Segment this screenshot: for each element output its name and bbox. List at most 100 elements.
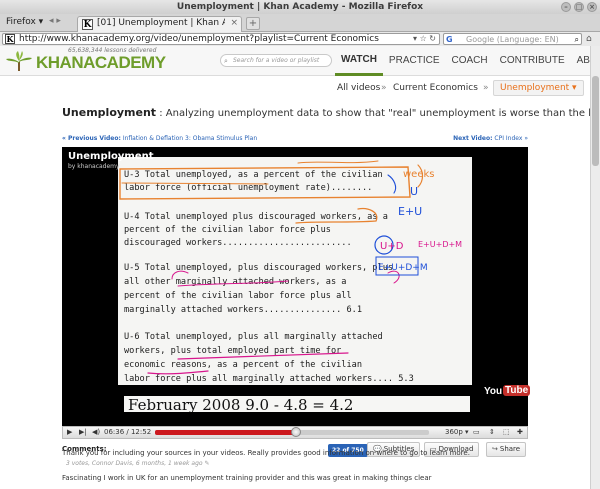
overlay-line: economic reasons, as a percent of the ci… — [124, 360, 362, 370]
overlay-line: percent of the civilian labor force plus… — [124, 291, 352, 301]
url-bar-icons: ▾ ☆ ↻ — [413, 34, 436, 43]
quality-selector[interactable]: 360p ▾ — [445, 427, 469, 438]
volume-icon[interactable]: ◀) — [92, 427, 100, 438]
web-search-box[interactable]: G Google (Language: EN) ⌕ — [443, 33, 582, 45]
overlay-line: discouraged workers.....................… — [124, 238, 352, 248]
new-tab-button[interactable]: + — [246, 17, 260, 30]
flag-icon[interactable]: ✎ — [205, 460, 210, 467]
video-player[interactable]: U-3 Total unemployed, as a percent of th… — [62, 147, 531, 426]
breadcrumb-all-videos[interactable]: All videos — [337, 81, 380, 95]
next-video-link[interactable]: Next Video: CPI Index » — [453, 135, 528, 142]
formula-strip: February 2008 9.0 - 4.8 = 4.2 — [128, 396, 353, 412]
video-content: U-3 Total unemployed, as a percent of th… — [119, 160, 462, 384]
site-search-placeholder: Search for a video or playlist — [233, 57, 320, 64]
firefox-menu-label: Firefox — [6, 17, 36, 27]
page-title: Unemployment : Analyzing unemployment da… — [62, 106, 590, 121]
breadcrumb-current-video[interactable]: Unemployment ▾ — [493, 80, 584, 96]
video-navigation: « Previous Video: Inflation & Deflation … — [62, 135, 528, 145]
progress-fill — [155, 430, 296, 435]
minimize-icon[interactable]: – — [561, 2, 571, 12]
previous-video-link[interactable]: « Previous Video: Inflation & Deflation … — [62, 135, 257, 142]
nav-coach[interactable]: COACH — [445, 46, 493, 76]
time-display: 06:36 / 12:52 — [104, 428, 152, 436]
scrollbar-thumb[interactable] — [592, 76, 599, 166]
reload-icon[interactable]: ↻ — [429, 34, 436, 43]
youtube-logo-icon[interactable]: You Tube — [484, 384, 531, 400]
tab-unemployment[interactable]: K [01] Unemployment | Khan A... × — [77, 16, 242, 32]
annotation-text: U+D — [380, 241, 404, 252]
video-frame[interactable]: U-3 Total unemployed, as a percent of th… — [118, 157, 472, 385]
annotation-text: E+U — [398, 205, 422, 218]
home-icon[interactable]: ⌂ — [586, 34, 592, 44]
video-title: Unemployment — [62, 106, 157, 119]
popout-icon[interactable]: ▭ — [473, 427, 480, 438]
next-video-label: Next Video: — [453, 135, 493, 142]
large-player-icon[interactable]: ⬚ — [503, 427, 510, 438]
comment-meta: 3 votes, Connor Davis, 6 months, 1 week … — [66, 460, 210, 467]
google-engine-icon[interactable]: G — [446, 34, 453, 45]
overlay-line: U-3 Total unemployed, as a percent of th… — [124, 170, 383, 180]
close-window-icon[interactable]: × — [587, 2, 597, 12]
overlay-line: marginally attached workers.............… — [124, 305, 362, 315]
firefox-menu-button[interactable]: Firefox ▾ — [6, 15, 43, 30]
breadcrumb-playlist[interactable]: Current Economics — [393, 81, 478, 95]
khan-academy-wordmark[interactable]: KHANACADEMY — [36, 53, 166, 73]
overlay-line: U-6 Total unemployed, plus all marginall… — [124, 332, 383, 342]
nav-practice[interactable]: PRACTICE — [383, 46, 446, 76]
comment-item: Thank you for including your sources in … — [62, 449, 528, 458]
comment-text: Thank you for including your sources in … — [62, 449, 470, 457]
annotation-text: E+U+D+M — [418, 240, 462, 249]
play-icon[interactable]: ▶ — [67, 427, 72, 438]
url-text[interactable]: http://www.khanacademy.org/video/unemplo… — [19, 34, 379, 45]
site-search-input[interactable]: ⌕ Search for a video or playlist — [220, 54, 332, 67]
nav-watch[interactable]: WATCH — [335, 46, 383, 76]
maximize-icon[interactable]: □ — [574, 2, 584, 12]
tab-strip: Firefox ▾ ◂ ▸ K [01] Unemployment | Khan… — [0, 14, 600, 32]
page-scrollbar[interactable] — [590, 46, 600, 489]
new-tab-label: + — [248, 18, 258, 29]
youtube-you: You — [484, 386, 503, 397]
video-description: : Analyzing unemployment data to show th… — [159, 108, 590, 119]
nav-contribute[interactable]: CONTRIBUTE — [494, 46, 571, 76]
breadcrumb: All videos » Current Economics » Unemplo… — [0, 78, 590, 98]
navigation-toolbar: K http://www.khanacademy.org/video/unemp… — [0, 32, 600, 46]
annotation-text: U — [410, 185, 418, 198]
window-title: Unemployment | Khan Academy - Mozilla Fi… — [176, 2, 424, 12]
overlay-line: percent of the civilian labor force plus — [124, 225, 331, 235]
tab-scroll-icon[interactable]: ◂ ▸ — [49, 16, 61, 26]
page-viewport: 65,638,344 lessons delivered KHANACADEMY… — [0, 46, 590, 489]
progress-bar[interactable] — [155, 427, 429, 437]
web-search-placeholder: Google (Language: EN) — [466, 35, 559, 44]
fullscreen-icon[interactable]: ✚ — [517, 427, 523, 438]
khan-favicon-icon: K — [82, 19, 93, 30]
tab-label: [01] Unemployment | Khan A... — [97, 18, 225, 28]
progress-handle[interactable] — [290, 427, 301, 437]
site-header: 65,638,344 lessons delivered KHANACADEMY… — [0, 46, 590, 76]
khan-tree-logo-icon[interactable] — [4, 50, 34, 72]
search-icon[interactable]: ⌕ — [575, 34, 579, 45]
window-controls: – □ × — [561, 2, 597, 12]
video-frame-bottom: February 2008 9.0 - 4.8 = 4.2 — [124, 396, 470, 412]
youtube-tube: Tube — [503, 385, 531, 396]
overlay-line: all other marginally attached workers, a… — [124, 277, 346, 287]
url-bar[interactable]: K http://www.khanacademy.org/video/unemp… — [2, 33, 440, 45]
bottom-formula: February 2008 9.0 - 4.8 = 4.2 — [128, 396, 353, 412]
next-icon[interactable]: ▶| — [79, 427, 87, 438]
site-identity-icon[interactable]: K — [5, 34, 15, 44]
chevron-down-icon: ▾ — [38, 17, 44, 27]
annotation-text: weeks — [403, 169, 434, 180]
comment-text: Fascinating I work in UK for an unemploy… — [62, 474, 432, 482]
search-icon: ⌕ — [224, 57, 228, 65]
nav-about[interactable]: ABOUT — [571, 46, 590, 76]
dropdown-arrow-icon[interactable]: ▾ — [413, 34, 417, 43]
wordmark-khan: KHAN — [36, 53, 84, 72]
player-controls: ▶ ▶| ◀) 06:36 / 12:52 360p ▾ ▭ ⇕ ⬚ ✚ — [62, 426, 528, 439]
bookmark-star-icon[interactable]: ☆ — [420, 34, 427, 43]
player-channel[interactable]: by khanacademy — [68, 163, 120, 170]
player-title[interactable]: Unemployment — [68, 151, 154, 162]
main-nav: WATCH PRACTICE COACH CONTRIBUTE ABOUT — [335, 46, 590, 76]
expand-icon[interactable]: ⇕ — [489, 427, 495, 438]
comment-meta-text: 3 votes, Connor Davis, 6 months, 1 week … — [66, 460, 203, 467]
close-tab-icon[interactable]: × — [230, 18, 238, 28]
overlay-line: U-5 Total unemployed, plus discouraged w… — [124, 263, 393, 273]
